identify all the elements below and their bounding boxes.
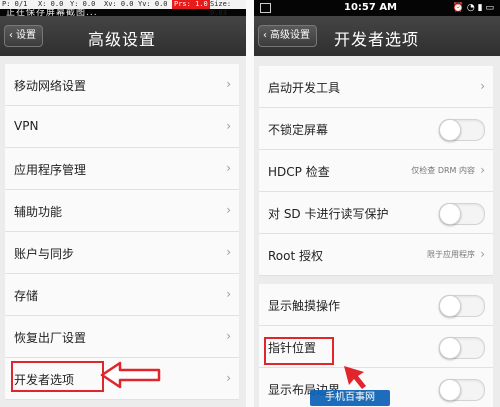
signal-icon: ▮: [477, 3, 483, 13]
status-icons: ⏰ ◔ ▮ ▭: [453, 3, 494, 13]
chevron-right-icon: ›: [226, 119, 231, 133]
list-item-label: Root 授权: [268, 249, 324, 263]
list-item-app-management[interactable]: 应用程序管理 ›: [5, 148, 239, 190]
highlight-box: [264, 337, 334, 365]
back-button[interactable]: ‹ 高级设置: [258, 25, 317, 47]
list-item-label: 不锁定屏幕: [268, 123, 329, 137]
chevron-right-icon: ›: [226, 203, 231, 217]
list-item-label: 存储: [14, 289, 39, 303]
highlight-box: [11, 361, 104, 392]
toggle-switch[interactable]: [439, 379, 485, 401]
toggle-knob: [439, 119, 461, 141]
status-time: 10:57 AM: [344, 2, 398, 13]
list-item-value: 限于应用程序: [427, 250, 475, 259]
screenshot-notification-icon: [260, 3, 271, 13]
overlay-yv: Yv: 0.0: [138, 0, 168, 8]
list-item-label: 启动开发工具: [268, 81, 341, 95]
toggle-knob: [439, 379, 461, 401]
chevron-right-icon: ›: [226, 329, 231, 343]
chevron-right-icon: ›: [226, 245, 231, 259]
toggle-knob: [439, 295, 461, 317]
chevron-right-icon: ›: [226, 161, 231, 175]
watermark: 手机百事网: [310, 390, 390, 406]
list-item-sd-protect[interactable]: 对 SD 卡进行读写保护: [259, 192, 493, 234]
list-item-value: 仅检查 DRM 内容: [411, 166, 475, 175]
page-title: 开发者选项: [334, 30, 420, 49]
chevron-right-icon: ›: [480, 163, 485, 177]
list-item-show-touches[interactable]: 显示触摸操作: [259, 284, 493, 326]
chevron-right-icon: ›: [226, 77, 231, 91]
back-button[interactable]: ‹ 设置: [4, 25, 43, 47]
status-bar: P: 0/1 X: 0.0 Y: 0.0 Xv: 0.0 Yv: 0.0 Prs…: [0, 0, 246, 18]
list-item-storage[interactable]: 存储 ›: [5, 274, 239, 316]
overlay-xv: Xv: 0.0: [104, 0, 134, 8]
list-item-root-access[interactable]: Root 授权 限于应用程序 ›: [259, 234, 493, 276]
left-screenshot: P: 0/1 X: 0.0 Y: 0.0 Xv: 0.0 Yv: 0.0 Prs…: [0, 0, 246, 407]
chevron-left-icon: ‹: [9, 30, 13, 41]
list-item-mobile-network[interactable]: 移动网络设置 ›: [5, 64, 239, 106]
chevron-right-icon: ›: [480, 79, 485, 93]
list-item-label: 移动网络设置: [14, 79, 87, 93]
list-item-start-dev-tools[interactable]: 启动开发工具 ›: [259, 66, 493, 108]
list-item-accessibility[interactable]: 辅助功能 ›: [5, 190, 239, 232]
action-bar: ‹ 高级设置 开发者选项: [254, 16, 500, 56]
list-item-vpn[interactable]: VPN ›: [5, 106, 239, 148]
alarm-icon: ⏰: [452, 3, 465, 13]
status-bar: 10:57 AM ⏰ ◔ ▮ ▭: [254, 0, 500, 16]
toggle-knob: [439, 337, 461, 359]
list-item-label: 显示触摸操作: [268, 299, 341, 313]
action-bar: ‹ 设置 高级设置: [0, 16, 246, 56]
arrow-pointer-icon: [344, 366, 366, 389]
back-button-label: 设置: [16, 30, 36, 41]
developer-options-list: 启动开发工具 › 不锁定屏幕 HDCP 检查 仅检查 DRM 内容 › 对 SD…: [259, 66, 493, 276]
panel-divider: [246, 0, 254, 407]
chevron-right-icon: ›: [226, 371, 231, 385]
list-item-label: VPN: [14, 119, 39, 133]
list-item-label: HDCP 检查: [268, 165, 330, 179]
back-button-label: 高级设置: [270, 30, 310, 41]
list-item-label: 账户与同步: [14, 247, 75, 261]
list-item-label: 辅助功能: [14, 205, 63, 219]
list-item-accounts-sync[interactable]: 账户与同步 ›: [5, 232, 239, 274]
toggle-switch[interactable]: [439, 203, 485, 225]
list-item-factory-reset[interactable]: 恢复出厂设置 ›: [5, 316, 239, 358]
list-item-label: 对 SD 卡进行读写保护: [268, 207, 389, 221]
chevron-right-icon: ›: [480, 247, 485, 261]
chevron-left-icon: ‹: [263, 30, 267, 41]
right-screenshot: 10:57 AM ⏰ ◔ ▮ ▭ ‹ 高级设置 开发者选项 启动开发工具 › 不锁…: [254, 0, 500, 407]
overlay-prs: Prs: 1.0: [172, 0, 210, 9]
toggle-knob: [439, 203, 461, 225]
list-item-hdcp-check[interactable]: HDCP 检查 仅检查 DRM 内容 ›: [259, 150, 493, 192]
settings-list: 移动网络设置 › VPN › 应用程序管理 › 辅助功能 › 账户与同步 › 存…: [5, 64, 239, 400]
arrow-pointer-icon: [100, 361, 161, 389]
chevron-right-icon: ›: [226, 287, 231, 301]
list-item-stay-awake[interactable]: 不锁定屏幕: [259, 108, 493, 150]
page-title: 高级设置: [88, 30, 157, 49]
toggle-switch[interactable]: [439, 295, 485, 317]
wifi-icon: ◔: [466, 3, 475, 13]
toggle-switch[interactable]: [439, 337, 485, 359]
list-item-label: 恢复出厂设置: [14, 331, 87, 345]
list-item-label: 应用程序管理: [14, 163, 87, 177]
battery-icon: ▭: [485, 3, 494, 13]
toggle-switch[interactable]: [439, 119, 485, 141]
